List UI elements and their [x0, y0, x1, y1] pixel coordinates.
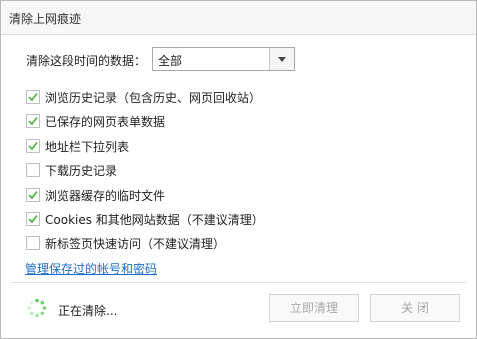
option-form-data[interactable]: 已保存的网页表单数据 [26, 113, 426, 129]
checkmark-icon [28, 190, 38, 200]
dialog-titlebar: 清除上网痕迹 [1, 1, 476, 35]
clearing-status-text: 正在清除... [58, 304, 118, 318]
checkmark-icon [28, 116, 38, 126]
time-range-row: 清除这段时间的数据： 全部 [26, 47, 306, 71]
time-range-select[interactable]: 全部 [152, 47, 295, 71]
option-cookies[interactable]: Cookies 和其他网站数据（不建议清理） [26, 211, 426, 227]
footer-divider [11, 282, 466, 283]
dialog-title: 清除上网痕迹 [9, 12, 82, 26]
checkbox-browsing-history[interactable] [26, 90, 40, 104]
checkbox-download-history[interactable] [26, 163, 40, 177]
time-range-label: 清除这段时间的数据： [26, 54, 147, 68]
option-label: 浏览器缓存的临时文件 [45, 189, 166, 203]
checkbox-new-tab-quick-access[interactable] [26, 236, 40, 250]
checkbox-cache[interactable] [26, 188, 40, 202]
chevron-down-icon [278, 57, 286, 62]
option-label: 浏览历史记录（包含历史、网页回收站） [45, 91, 262, 105]
clear-browsing-data-dialog: 清除上网痕迹 清除这段时间的数据： 全部 浏览历史记录（包含历史、网页回收站） … [0, 0, 477, 339]
checkbox-form-data[interactable] [26, 114, 40, 128]
checkmark-icon [28, 214, 38, 224]
option-label: 新标签页快速访问（不建议清理） [45, 237, 226, 251]
checkbox-cookies[interactable] [26, 212, 40, 226]
option-address-bar-list[interactable]: 地址栏下拉列表 [26, 138, 426, 154]
time-range-value: 全部 [158, 54, 183, 68]
option-label: 地址栏下拉列表 [45, 140, 130, 154]
checkmark-icon [28, 92, 38, 102]
option-new-tab-quick-access[interactable]: 新标签页快速访问（不建议清理） [26, 235, 426, 251]
option-browsing-history[interactable]: 浏览历史记录（包含历史、网页回收站） [26, 89, 426, 105]
checkmark-icon [28, 141, 38, 151]
option-cache[interactable]: 浏览器缓存的临时文件 [26, 187, 426, 203]
clear-now-button[interactable]: 立即清理 [269, 294, 359, 322]
checkbox-address-bar-list[interactable] [26, 139, 40, 153]
option-label: Cookies 和其他网站数据（不建议清理） [45, 213, 264, 227]
option-label: 已保存的网页表单数据 [45, 115, 166, 129]
manage-passwords-link[interactable]: 管理保存过的帐号和密码 [25, 260, 157, 277]
option-download-history[interactable]: 下载历史记录 [26, 162, 426, 178]
close-button[interactable]: 关 闭 [370, 294, 460, 322]
option-label: 下载历史记录 [45, 164, 118, 178]
time-range-dropdown-button[interactable] [269, 48, 294, 70]
loading-spinner-icon [27, 298, 47, 318]
